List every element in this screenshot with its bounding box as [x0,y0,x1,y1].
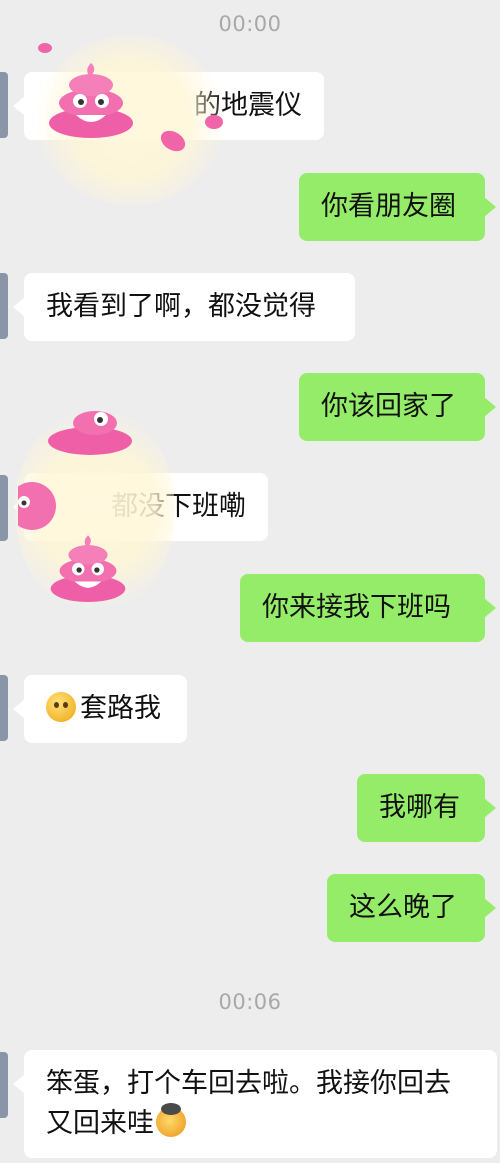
message-bubble-sent[interactable]: 我哪有 [357,774,496,842]
message-text: 我看到了啊，都没觉得 [46,291,316,322]
poop-emoji-icon [18,482,56,530]
avatar[interactable] [0,273,8,339]
message-text: 你看朋友圈 [321,191,456,222]
message-bubble-sent[interactable]: 你来接我下班吗 [240,574,496,642]
message-text: 套路我 [80,693,161,724]
confused-face-icon [46,692,76,722]
petal-icon [205,115,223,129]
poop-emoji-icon [48,411,132,455]
avatar[interactable] [0,1052,8,1118]
angry-face-icon [156,1103,186,1137]
timestamp: 00:00 [218,12,282,36]
message-bubble-sent[interactable]: 你该回家了 [299,373,496,441]
avatar[interactable] [0,72,8,138]
message-text: 你该回家了 [321,391,456,422]
poop-emoji-icon [49,63,133,138]
avatar[interactable] [0,675,8,741]
poop-emoji-icon [50,535,126,602]
timestamp: 00:06 [218,990,282,1014]
message-bubble-received[interactable]: 笨蛋，打个车回去啦。我接你回去又回来哇 [13,1050,497,1158]
message-bubble-sent[interactable]: 你看朋友圈 [299,173,496,241]
message-text: 这么晚了 [349,892,457,923]
message-bubble-sent[interactable]: 这么晚了 [327,874,496,942]
message-text: 我哪有 [379,792,460,823]
message-text: 笨蛋，打个车回去啦。我接你回去又回来哇 [46,1068,451,1139]
message-text: 你来接我下班吗 [262,592,451,623]
petal-icon [38,43,52,53]
message-bubble-received[interactable]: 我看到了啊，都没觉得 [13,273,355,341]
message-bubble-received[interactable]: 套路我 [13,675,187,743]
avatar[interactable] [0,475,8,541]
